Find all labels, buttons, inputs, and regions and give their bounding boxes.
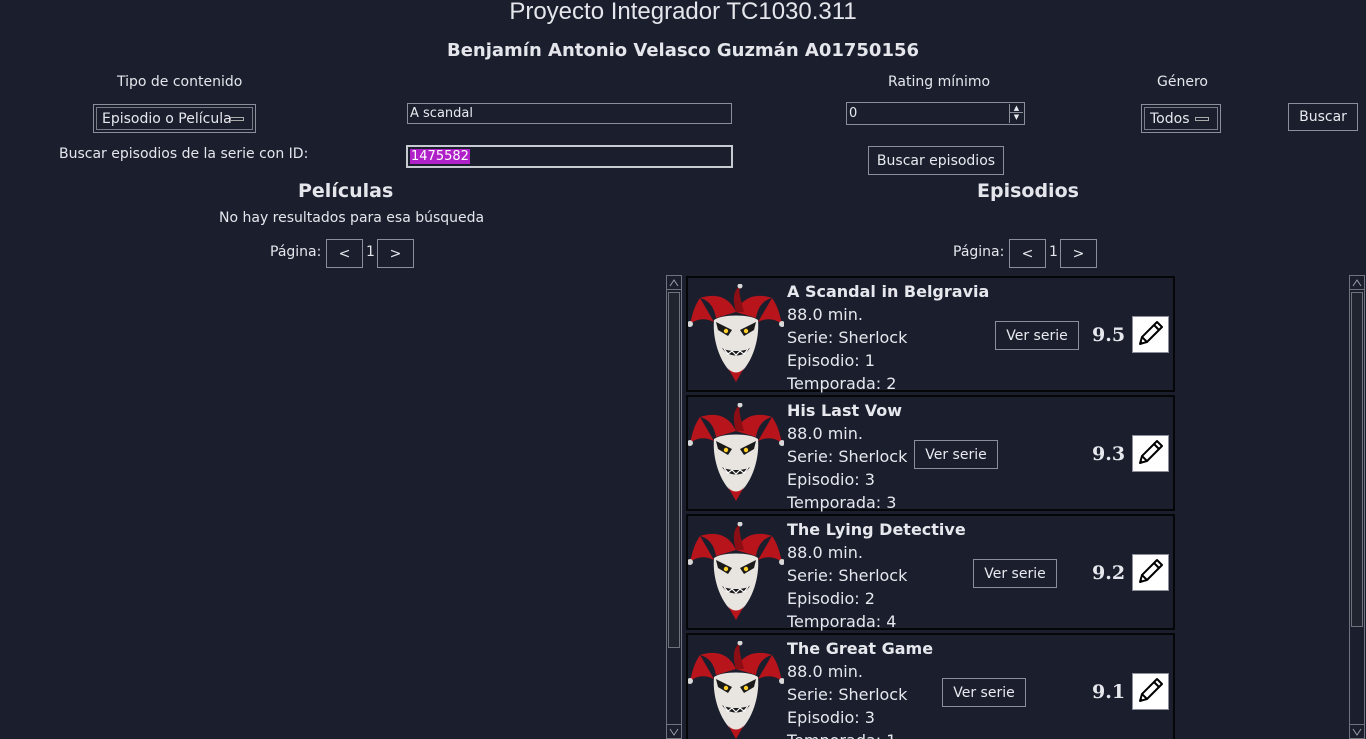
episode-season: Temporada: 2: [787, 374, 897, 393]
view-series-button[interactable]: Ver serie: [995, 321, 1079, 350]
jester-thumbnail: [687, 283, 785, 384]
episodes-page-label: Página:: [953, 244, 1005, 260]
episode-duration: 88.0 min.: [787, 305, 863, 324]
episode-season: Temporada: 3: [787, 493, 897, 512]
jester-thumbnail: [687, 640, 785, 739]
dropdown-arrow-icon: [1195, 116, 1209, 121]
movies-heading: Películas: [298, 180, 394, 202]
edit-rating-button[interactable]: [1132, 316, 1169, 353]
rating-label: Rating mínimo: [888, 74, 991, 90]
spinner-buttons[interactable]: ▲ ▼: [1009, 104, 1023, 123]
series-id-input[interactable]: 1475582: [406, 145, 733, 168]
episode-number: Episodio: 3: [787, 708, 875, 727]
episode-duration: 88.0 min.: [787, 543, 863, 562]
episode-title: The Great Game: [787, 639, 934, 658]
episode-number: Episodio: 2: [787, 589, 875, 608]
episode-series: Serie: Sherlock: [787, 328, 908, 347]
rating-spinner[interactable]: 0 ▲ ▼: [846, 102, 1025, 125]
search-input[interactable]: A scandal: [407, 103, 732, 124]
view-series-button[interactable]: Ver serie: [973, 559, 1057, 588]
episode-card: The Lying Detective 88.0 min. Serie: She…: [686, 514, 1175, 631]
content-type-label: Tipo de contenido: [117, 74, 243, 90]
episode-title: A Scandal in Belgravia: [787, 282, 990, 301]
author-name: Benjamín Antonio Velasco Guzmán A0175015…: [446, 40, 920, 61]
episode-series: Serie: Sherlock: [787, 685, 908, 704]
episode-card: His Last Vow 88.0 min. Serie: Sherlock E…: [686, 395, 1175, 512]
rating-value: 0: [849, 106, 858, 121]
episode-rating: 9.2: [1092, 562, 1126, 584]
pencil-icon: [1136, 675, 1166, 709]
episodes-next-button[interactable]: >: [1060, 239, 1097, 268]
series-id-label: Buscar episodios de la serie con ID:: [59, 146, 309, 162]
scroll-up-icon[interactable]: [667, 276, 681, 290]
movies-next-button[interactable]: >: [377, 239, 414, 268]
episodes-page-number: 1: [1049, 244, 1058, 260]
episode-duration: 88.0 min.: [787, 662, 863, 681]
episode-rating: 9.3: [1092, 443, 1126, 465]
view-series-button[interactable]: Ver serie: [942, 678, 1026, 707]
movies-empty-message: No hay resultados para esa búsqueda: [219, 210, 485, 226]
content-type-value: Episodio o Película: [102, 110, 232, 127]
episode-season: Temporada: 1: [787, 729, 933, 739]
pencil-icon: [1136, 556, 1166, 590]
scroll-down-icon[interactable]: [667, 724, 681, 738]
spinner-up-icon[interactable]: ▲: [1010, 104, 1023, 113]
movies-scrollbar[interactable]: [666, 275, 682, 739]
episode-title: The Lying Detective: [787, 520, 966, 539]
episode-card: A Scandal in Belgravia 88.0 min. Serie: …: [686, 276, 1175, 393]
dropdown-arrow-icon: [230, 116, 244, 121]
movies-scrollbar-thumb[interactable]: [668, 292, 680, 648]
episodes-scrollbar-thumb[interactable]: [1351, 292, 1363, 627]
jester-thumbnail: [687, 521, 785, 622]
episode-title: His Last Vow: [787, 401, 902, 420]
episode-rating: 9.1: [1092, 681, 1126, 703]
episode-rating: 9.5: [1092, 324, 1126, 346]
jester-thumbnail: [687, 402, 785, 503]
app-title: Proyecto Integrador TC1030.311: [509, 0, 857, 25]
scroll-up-icon[interactable]: [1350, 276, 1364, 290]
movies-page-label: Página:: [270, 244, 322, 260]
pencil-icon: [1136, 318, 1166, 352]
episode-season: Temporada: 4: [787, 612, 897, 631]
edit-rating-button[interactable]: [1132, 673, 1169, 710]
episode-number: Episodio: 1: [787, 351, 875, 370]
genre-value: Todos: [1150, 110, 1190, 127]
search-button[interactable]: Buscar: [1288, 103, 1358, 131]
scroll-down-icon[interactable]: [1350, 724, 1364, 738]
search-episodes-button[interactable]: Buscar episodios: [868, 146, 1004, 175]
movies-prev-button[interactable]: <: [326, 239, 363, 268]
content-type-select[interactable]: Episodio o Película: [93, 104, 256, 133]
series-id-value: 1475582: [410, 149, 470, 164]
episode-card: The Great Game 88.0 min. Serie: Sherlock…: [686, 633, 1175, 739]
genre-label: Género: [1157, 74, 1208, 90]
movies-page-number: 1: [366, 244, 375, 260]
edit-rating-button[interactable]: [1132, 554, 1169, 591]
episode-series: Serie: Sherlock: [787, 447, 908, 466]
genre-select[interactable]: Todos: [1141, 104, 1221, 133]
episodes-scrollbar[interactable]: [1349, 275, 1365, 739]
episodes-heading: Episodios: [977, 180, 1079, 202]
spinner-down-icon[interactable]: ▼: [1010, 113, 1023, 122]
episode-number: Episodio: 3: [787, 470, 875, 489]
episodes-prev-button[interactable]: <: [1009, 239, 1046, 268]
view-series-button[interactable]: Ver serie: [914, 440, 998, 469]
episode-series: Serie: Sherlock: [787, 566, 908, 585]
episode-duration: 88.0 min.: [787, 424, 863, 443]
pencil-icon: [1136, 437, 1166, 471]
edit-rating-button[interactable]: [1132, 435, 1169, 472]
